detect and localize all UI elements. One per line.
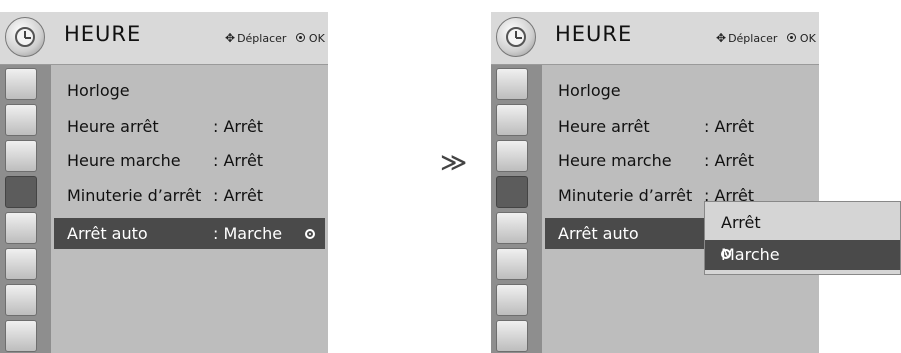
selected-dot-icon (305, 229, 315, 239)
osd-screen-right: HEURE ✥ Déplacer OK Horloge Heure arrêt :… (491, 0, 901, 353)
clock-icon (496, 17, 536, 57)
usb-photo-icon[interactable] (496, 320, 528, 352)
menu-item-arret-auto[interactable]: Arrêt auto : Marche (54, 218, 325, 249)
picture-icon[interactable] (496, 68, 528, 100)
category-sidebar (491, 65, 542, 353)
clock-icon[interactable] (5, 176, 37, 208)
ok-button-icon (786, 33, 796, 42)
menu-item-minuterie[interactable]: Minuterie d’arrêt : Arrêt (67, 186, 263, 212)
move-arrows-icon: ✥ (716, 31, 727, 45)
clock-icon[interactable] (496, 176, 528, 208)
nav-hint: ✥ Déplacer OK (716, 31, 816, 45)
menu-header: HEURE ✥ Déplacer OK (491, 12, 819, 65)
speaker-icon[interactable] (5, 140, 37, 172)
usb-photo-icon[interactable] (5, 320, 37, 352)
menu-panel: Horloge Heure arrêt : Arrêt Heure marche… (51, 65, 328, 353)
lock-icon[interactable] (496, 248, 528, 280)
nav-hint: ✥ Déplacer OK (225, 31, 325, 45)
category-sidebar (0, 65, 51, 353)
ok-button-icon (295, 33, 305, 42)
menu-item-heure-marche[interactable]: Heure marche : Arrêt (558, 151, 754, 177)
menu-title: HEURE (64, 22, 142, 46)
menu-item-heure-arret[interactable]: Heure arrêt : Arrêt (558, 117, 754, 143)
popup-option-marche[interactable]: Marche (705, 240, 900, 270)
menu-item-heure-arret[interactable]: Heure arrêt : Arrêt (67, 117, 263, 143)
screen-icon[interactable] (5, 104, 37, 136)
input-icon[interactable] (496, 284, 528, 316)
menu-title: HEURE (555, 22, 633, 46)
popup-option-arret[interactable]: Arrêt (705, 208, 900, 238)
lock-icon[interactable] (5, 248, 37, 280)
option-icon[interactable] (5, 212, 37, 244)
selected-dot-icon (721, 249, 731, 259)
input-icon[interactable] (5, 284, 37, 316)
picture-icon[interactable] (5, 68, 37, 100)
menu-item-horloge[interactable]: Horloge (558, 81, 621, 107)
step-arrow: ≫ (440, 148, 468, 178)
move-arrows-icon: ✥ (225, 31, 236, 45)
menu-header: HEURE ✥ Déplacer OK (0, 12, 328, 65)
menu-item-horloge[interactable]: Horloge (67, 81, 130, 107)
osd-screen-left: HEURE ✥ Déplacer OK Horloge Heure arrêt :… (0, 0, 410, 353)
option-icon[interactable] (496, 212, 528, 244)
menu-item-heure-marche[interactable]: Heure marche : Arrêt (67, 151, 263, 177)
speaker-icon[interactable] (496, 140, 528, 172)
menu-item-minuterie[interactable]: Minuterie d’arrêt : Arrêt (558, 186, 754, 212)
screen-icon[interactable] (496, 104, 528, 136)
clock-icon (5, 17, 45, 57)
value-popup: Arrêt Marche (704, 201, 901, 275)
